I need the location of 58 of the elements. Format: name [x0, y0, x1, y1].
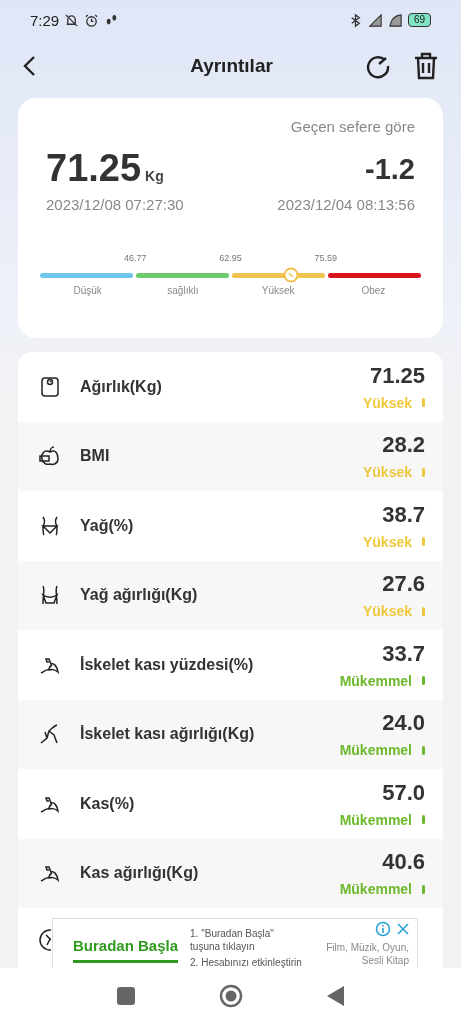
metric-name: Kas ağırlığı(Kg): [80, 864, 200, 883]
ad-banner[interactable]: Buradan Başla 1. "Buradan Başla" tuşuna tıklayın 2. Hesabınızı etkinleştirin Film, Müzik, Oyun, Sesli Kitap: [52, 918, 418, 968]
metric-name: Kas(%): [80, 794, 136, 813]
refresh-icon: [365, 53, 391, 79]
metric-value: 71.25: [369, 362, 425, 389]
metric-value: 40.6: [382, 849, 425, 876]
scale-icon: [38, 374, 62, 399]
page-title: Ayrıntılar: [189, 55, 274, 77]
metric-name: BMI: [80, 447, 111, 466]
weight-value: 71.25: [46, 147, 142, 189]
signal-icon: [387, 12, 403, 28]
threshold-value: 46.77: [124, 253, 147, 263]
measure-date: 2023/12/08 07:27:30: [46, 196, 184, 213]
ad-tagline: Film, Müzik, Oyun, Sesli Kitap: [325, 941, 409, 967]
info-icon[interactable]: [375, 921, 391, 937]
metric-value: 27.6: [382, 571, 425, 598]
metric-value: 24.0: [382, 710, 425, 737]
status-time: 7:29: [30, 11, 60, 29]
metric-value: 57.0: [382, 779, 425, 806]
metric-status: Yüksek: [362, 533, 412, 550]
metric-status: Yüksek: [362, 394, 412, 411]
metric-name: Yağ(%): [80, 516, 135, 535]
ad-step: 2. Hesabınızı etkinleştirin: [190, 956, 307, 968]
back-triangle-icon: [326, 986, 345, 1006]
metric-name: İskelet kası ağırlığı(Kg): [80, 725, 256, 744]
weight-unit: Kg: [145, 168, 164, 184]
metric-status: Mükemmel: [339, 881, 412, 898]
metric-value: 28.2: [382, 432, 425, 459]
metric-value: 33.7: [382, 640, 425, 667]
previous-date: 2023/12/04 08:13:56: [277, 196, 415, 213]
range-label: Düşük: [73, 285, 102, 296]
range-label: sağlıklı: [167, 285, 199, 296]
trash-icon: [413, 52, 439, 80]
home-icon: [218, 984, 243, 1008]
metric-name: Yağ ağırlığı(Kg): [80, 586, 199, 605]
comparison-label: Geçen sefere göre: [289, 118, 415, 135]
metric-value: 38.7: [382, 501, 425, 528]
range-label: Obez: [361, 285, 386, 296]
battery-icon: 69: [407, 13, 431, 27]
body-icon: [38, 928, 51, 952]
threshold-value: 75.59: [314, 253, 337, 263]
close-icon[interactable]: [395, 921, 411, 937]
ad-title: Buradan Başla: [73, 927, 179, 963]
alarm-icon: [84, 12, 100, 28]
metric-status: Mükemmel: [339, 672, 412, 689]
back-icon: [22, 55, 38, 77]
metric-status: Yüksek: [362, 603, 412, 620]
metric-name: Ağırlık(Kg): [80, 377, 163, 396]
signal-icon: [367, 12, 383, 28]
metric-status: Yüksek: [362, 464, 412, 481]
range-label: Yüksek: [261, 285, 295, 296]
weight-change: -1.2: [365, 153, 415, 186]
ad-step: 1. "Buradan Başla" tuşuna tıklayın: [190, 927, 307, 953]
metric-status: Mükemmel: [339, 742, 412, 759]
threshold-value: 62.95: [219, 253, 242, 263]
metric-status: Mükemmel: [339, 811, 412, 828]
metric-name: İskelet kası yüzdesi(%): [80, 655, 255, 674]
bell-off-icon: [64, 12, 80, 28]
